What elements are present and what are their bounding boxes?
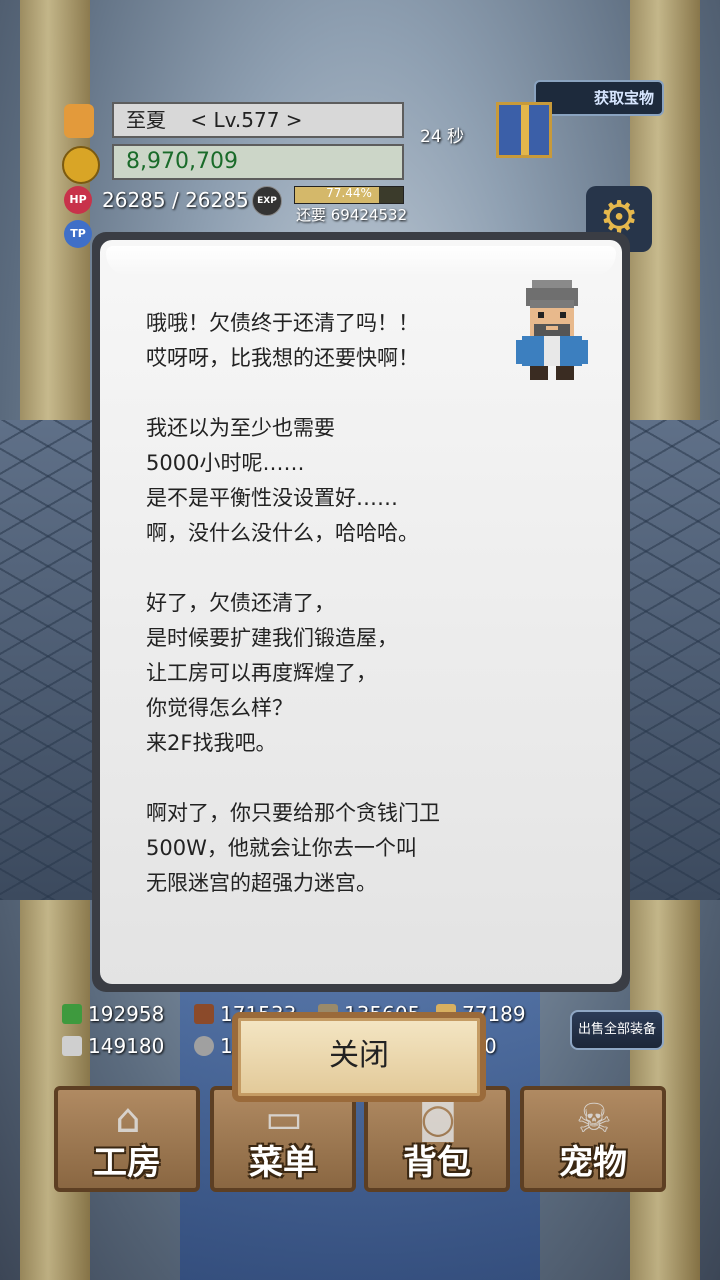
wood-icon <box>194 1004 214 1024</box>
exp-bar: 77.44% <box>294 186 404 204</box>
gift-box-icon[interactable] <box>496 102 552 158</box>
nav-pet-label: 宠物 <box>559 1143 627 1183</box>
dialog-line: 是时候要扩建我们锻造屋， <box>146 626 398 650</box>
dialog-line: 5000小时呢…… <box>146 451 305 475</box>
exp-percent: 77.44% <box>326 186 372 200</box>
nav-pet[interactable]: ☠ 宠物 <box>520 1086 666 1192</box>
nav-menu-label: 菜单 <box>249 1143 317 1183</box>
close-button-label: 关闭 <box>329 1038 389 1073</box>
dialog-paragraph: 我还以为至少也需要 5000小时呢…… 是不是平衡性没设置好…… 啊，没什么没什么，哈… <box>146 411 506 551</box>
dialog-paragraph: 好了，欠债还清了， 是时候要扩建我们锻造屋， 让工房可以再度辉煌了， 你觉得怎么样？ 来… <box>146 586 506 761</box>
dialog-line: 哎呀呀，比我想的还要快啊！ <box>146 346 419 370</box>
tp-icon: TP <box>64 220 92 248</box>
dialog-line: 让工房可以再度辉煌了， <box>146 661 377 685</box>
stone-icon <box>194 1036 214 1056</box>
nav-backpack-label: 背包 <box>403 1143 471 1183</box>
resource-iron: 149180 <box>62 1034 164 1058</box>
exp-icon: EXP <box>252 186 282 216</box>
nav-workshop[interactable]: ⌂ 工房 <box>54 1086 200 1192</box>
hp-icon: HP <box>64 186 92 214</box>
exp-remaining: 还要 69424532 <box>296 206 408 224</box>
player-level: < Lv.577 > <box>190 108 303 132</box>
timer-text: 24 秒 <box>420 127 465 147</box>
dialog-line: 我还以为至少也需要 <box>146 416 335 440</box>
gold-box: 8,970,709 <box>112 144 404 180</box>
coin-icon <box>62 146 100 184</box>
sell-all-label: 出售全部装备 <box>577 1022 656 1037</box>
player-name-box: 至夏 < Lv.577 > <box>112 102 404 138</box>
resource-herb: 192958 <box>62 1002 164 1026</box>
player-avatar-icon[interactable] <box>64 104 94 138</box>
dialog-line: 啊对了，你只要给那个贪钱门卫 <box>146 801 440 825</box>
hp-value: 26285 / 26285 <box>102 188 249 212</box>
dialog-shine <box>106 246 616 276</box>
herb-icon <box>62 1004 82 1024</box>
dialog-line: 无限迷宫的超强力迷宫。 <box>146 871 377 895</box>
gold-amount: 8,970,709 <box>126 149 238 174</box>
resource-stone: 1 <box>194 1034 233 1058</box>
npc-portrait-icon <box>516 280 588 380</box>
player-name: 至夏 <box>126 108 166 132</box>
dialog-line: 是不是平衡性没设置好…… <box>146 486 398 510</box>
dialog-line: 好了，欠债还清了， <box>146 591 335 615</box>
get-gift-label: 获取宝物 <box>593 89 654 107</box>
dialog-message: 哦哦！欠债终于还清了吗！！ 哎呀呀，比我想的还要快啊！ 我还以为至少也需要 5000小… <box>146 306 506 936</box>
sell-all-button[interactable]: 出售全部装备 <box>570 1010 664 1050</box>
dialog-paragraph: 哦哦！欠债终于还清了吗！！ 哎呀呀，比我想的还要快啊！ <box>146 306 506 376</box>
iron-icon <box>62 1036 82 1056</box>
get-gift-button[interactable]: 获取宝物 <box>534 80 664 116</box>
dialog-line: 你觉得怎么样？ <box>146 696 293 720</box>
dialog-line: 哦哦！欠债终于还清了吗！！ <box>146 311 419 335</box>
dialog-line: 啊，没什么没什么，哈哈哈。 <box>146 521 419 545</box>
close-button[interactable]: 关闭 <box>232 1012 486 1102</box>
dialog-panel: 哦哦！欠债终于还清了吗！！ 哎呀呀，比我想的还要快啊！ 我还以为至少也需要 5000小… <box>100 240 622 984</box>
dialog-window: 哦哦！欠债终于还清了吗！！ 哎呀呀，比我想的还要快啊！ 我还以为至少也需要 5000小… <box>92 232 630 992</box>
dialog-line: 来2F找我吧。 <box>146 731 277 755</box>
dialog-line: 500W，他就会让你去一个叫 <box>146 836 417 860</box>
dialog-paragraph: 啊对了，你只要给那个贪钱门卫 500W，他就会让你去一个叫 无限迷宫的超强力迷宫。 <box>146 796 506 901</box>
nav-workshop-label: 工房 <box>93 1143 161 1183</box>
